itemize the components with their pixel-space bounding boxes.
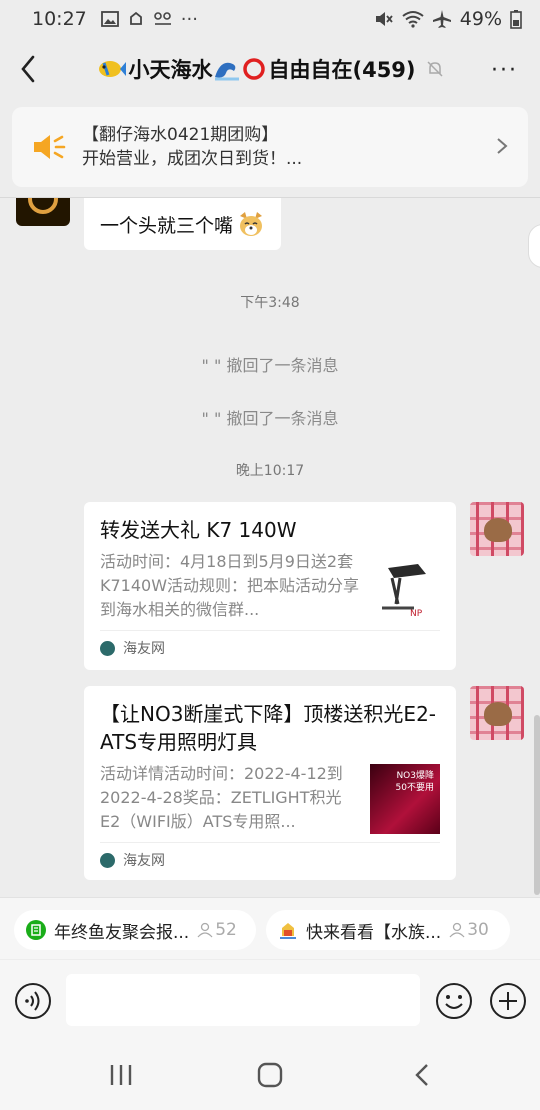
cloud-icon xyxy=(129,11,142,25)
message-input-bar xyxy=(0,960,540,1042)
chevron-right-icon xyxy=(497,138,508,154)
recall-notice: " " 撤回了一条消息 xyxy=(201,409,339,428)
back-arrow-icon[interactable] xyxy=(14,52,44,86)
back-nav-icon[interactable] xyxy=(410,1062,436,1088)
card-source: 海友网 xyxy=(100,631,440,665)
card-source-label: 海友网 xyxy=(123,853,165,869)
status-system-icons: 49% xyxy=(374,8,522,30)
tropical-fish-icon xyxy=(99,61,127,77)
muted-bell-icon xyxy=(426,61,443,77)
group-tab-label: 年终鱼友聚会报... xyxy=(54,922,190,943)
person-icon xyxy=(197,922,213,938)
system-navigation-bar xyxy=(0,1042,540,1110)
thumb-text-2: 50不要用 xyxy=(395,783,434,793)
chat-title-part2: 自由自在(459) xyxy=(268,58,416,82)
participant-count: 30 xyxy=(449,920,489,940)
dog-emoji-icon xyxy=(240,212,263,236)
card-thumbnail-e2: NO3爆降 50不要用 xyxy=(370,764,440,834)
card-title: 【让NO3断崖式下降】顶楼送积光E2-ATS专用照明灯具 xyxy=(100,702,437,754)
mute-icon xyxy=(375,12,393,26)
more-notifications-icon: ··· xyxy=(180,8,198,30)
link-card[interactable]: 【让NO3断崖式下降】顶楼送积光E2-ATS专用照明灯具 活动详情活动时间：20… xyxy=(84,686,456,880)
participant-count: 52 xyxy=(197,920,237,940)
participant-count-value: 52 xyxy=(215,920,237,940)
side-floating-handle[interactable] xyxy=(528,224,540,268)
airplane-icon xyxy=(432,10,451,28)
voice-input-icon[interactable] xyxy=(14,982,52,1020)
home-icon[interactable] xyxy=(257,1062,283,1088)
timestamp: 下午3:48 xyxy=(240,295,300,311)
battery-percent: 49% xyxy=(459,8,502,30)
link-card[interactable]: 转发送大礼 K7 140W 活动时间：4月18日到5月9日送2套K7140W活动… xyxy=(84,502,456,670)
recall-notice: " " 撤回了一条消息 xyxy=(201,356,339,375)
wave-icon xyxy=(215,62,240,81)
image-icon xyxy=(100,11,119,27)
announcement-speaker-icon xyxy=(34,135,66,159)
group-notice-banner[interactable]: 【翻仔海水0421期团购】 开始营业，成团次日到货！... xyxy=(12,107,528,187)
timestamp: 晚上10:17 xyxy=(235,463,305,479)
person-icon xyxy=(449,922,465,938)
source-logo-icon xyxy=(100,640,115,656)
message-input[interactable] xyxy=(66,974,420,1026)
group-tools-bar: 年终鱼友聚会报... 52 快来看看【水族... 30 xyxy=(0,897,540,959)
card-description: 活动时间：4月18日到5月9日送2套K7140W活动规则：把本贴活动分享到海水相… xyxy=(100,552,360,619)
scrollbar[interactable] xyxy=(534,715,540,895)
chat-title-part1: 小天海水 xyxy=(128,58,213,82)
participant-count-value: 30 xyxy=(467,920,489,940)
card-description: 活动详情活动时间：2022-4-12到2022-4-28奖品：ZETLIGHT积… xyxy=(100,764,343,831)
live-icon xyxy=(280,923,296,939)
svg-text:NP: NP xyxy=(410,609,423,619)
my-avatar[interactable] xyxy=(470,502,524,556)
status-notification-icons: ··· xyxy=(100,8,198,30)
wifi-icon xyxy=(402,11,424,28)
source-logo-icon xyxy=(100,852,115,868)
my-avatar[interactable] xyxy=(470,686,524,740)
more-options-button[interactable]: ··· xyxy=(491,58,518,83)
add-more-icon[interactable] xyxy=(488,981,528,1021)
card-source: 海友网 xyxy=(100,843,440,877)
status-bar: 10:27 ··· 49% xyxy=(0,0,540,38)
group-tab-live[interactable]: 快来看看【水族... 30 xyxy=(266,910,510,950)
solitaire-icon xyxy=(26,920,46,940)
thumb-text-1: NO3爆降 xyxy=(396,771,434,781)
chat-header: 小天海水 自由自在(459) ··· xyxy=(0,38,540,100)
group-tab-label: 快来看看【水族... xyxy=(306,922,442,943)
app-icon xyxy=(153,12,171,25)
sender-avatar[interactable] xyxy=(16,198,70,226)
notice-line-1: 【翻仔海水0421期团购】 xyxy=(82,125,279,145)
chat-title: 小天海水 自由自在(459) xyxy=(96,54,443,84)
message-bubble[interactable]: 一个头就三个嘴 xyxy=(84,198,282,250)
card-thumbnail-lamp: NP xyxy=(370,552,440,622)
group-tab-solitaire[interactable]: 年终鱼友聚会报... 52 xyxy=(14,910,256,950)
red-circle-icon xyxy=(243,58,266,80)
status-time: 10:27 xyxy=(32,8,87,30)
recent-apps-icon[interactable] xyxy=(108,1062,134,1088)
battery-icon xyxy=(510,10,522,29)
message-text: 一个头就三个嘴 xyxy=(100,214,234,237)
card-source-label: 海友网 xyxy=(123,641,165,657)
emoji-icon[interactable] xyxy=(434,981,474,1021)
notice-line-2: 开始营业，成团次日到货！... xyxy=(82,149,303,169)
card-title: 转发送大礼 K7 140W xyxy=(100,518,297,542)
